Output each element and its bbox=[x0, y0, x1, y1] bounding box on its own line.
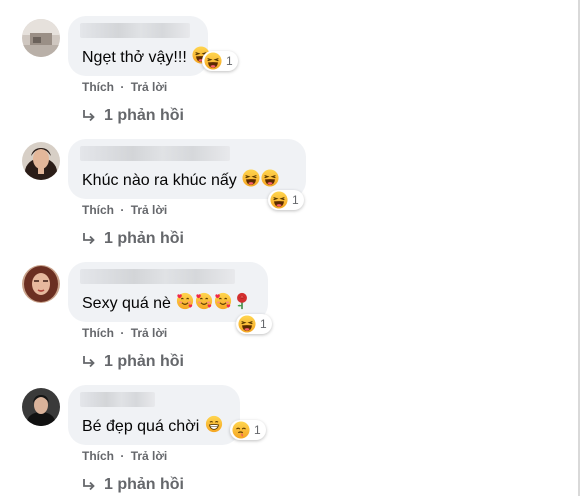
author-name[interactable] bbox=[80, 23, 190, 38]
comment-bubble: Khúc nào ra khúc nấy 1 bbox=[68, 139, 306, 210]
grinning-emoji-icon bbox=[205, 415, 223, 433]
reaction-summary[interactable]: 1 bbox=[230, 420, 266, 440]
reaction-count: 1 bbox=[254, 423, 261, 437]
comment-actions: Thích · Trả lời bbox=[82, 326, 167, 340]
reply-arrow-icon bbox=[83, 479, 95, 491]
comment-bubble: Ngẹt thở vậy!!! 1 bbox=[68, 16, 238, 76]
reply-arrow-icon bbox=[83, 356, 95, 368]
avatar[interactable] bbox=[22, 388, 60, 426]
separator: · bbox=[120, 449, 125, 463]
reply-link[interactable]: Trả lời bbox=[131, 80, 168, 94]
separator: · bbox=[120, 203, 125, 217]
reaction-count: 1 bbox=[260, 317, 267, 331]
avatar[interactable] bbox=[22, 19, 60, 57]
comment-actions: Thích · Trả lời bbox=[82, 203, 167, 217]
avatar[interactable] bbox=[22, 265, 60, 303]
author-name[interactable] bbox=[80, 146, 230, 161]
like-link[interactable]: Thích bbox=[82, 449, 114, 463]
reply-arrow-icon bbox=[83, 110, 95, 122]
smiling-face-with-hearts-icon bbox=[176, 292, 194, 310]
laughing-emoji-icon bbox=[261, 169, 279, 187]
reply-link[interactable]: Trả lời bbox=[131, 326, 168, 340]
comment-text: Ngẹt thở vậy!!! bbox=[82, 46, 210, 68]
comment-text-body: Bé đẹp quá chời bbox=[82, 418, 200, 435]
smiling-face-with-hearts-icon bbox=[214, 292, 232, 310]
reply-link[interactable]: Trả lời bbox=[131, 449, 168, 463]
comment-text: Khúc nào ra khúc nấy bbox=[82, 169, 279, 191]
comment-text-body: Sexy quá nè bbox=[82, 295, 171, 312]
replies-count-label: 1 phản hồi bbox=[104, 230, 184, 247]
replies-count-label: 1 phản hồi bbox=[104, 353, 184, 370]
like-link[interactable]: Thích bbox=[82, 80, 114, 94]
separator: · bbox=[120, 326, 125, 340]
comment-text-body: Ngẹt thở vậy!!! bbox=[82, 49, 187, 66]
haha-icon bbox=[204, 52, 222, 70]
view-replies-link[interactable]: 1 phản hồi bbox=[82, 107, 184, 125]
replies-count-label: 1 phản hồi bbox=[104, 476, 184, 493]
haha-icon bbox=[238, 315, 256, 333]
rose-icon bbox=[233, 292, 251, 310]
comment-actions: Thích · Trả lời bbox=[82, 80, 167, 94]
comment-text: Bé đẹp quá chời bbox=[82, 415, 223, 437]
comment-actions: Thích · Trả lời bbox=[82, 449, 167, 463]
reply-arrow-icon bbox=[83, 233, 95, 245]
comment-text-body: Khúc nào ra khúc nấy bbox=[82, 172, 237, 189]
view-replies-link[interactable]: 1 phản hồi bbox=[82, 476, 184, 494]
comment-text: Sexy quá nè bbox=[82, 292, 251, 314]
reaction-count: 1 bbox=[226, 54, 233, 68]
view-replies-link[interactable]: 1 phản hồi bbox=[82, 230, 184, 248]
like-link[interactable]: Thích bbox=[82, 326, 114, 340]
separator: · bbox=[120, 80, 125, 94]
smiling-face-with-hearts-icon bbox=[195, 292, 213, 310]
reaction-count: 1 bbox=[292, 193, 299, 207]
laughing-emoji-icon bbox=[242, 169, 260, 187]
reaction-summary[interactable]: 1 bbox=[202, 51, 238, 71]
replies-count-label: 1 phản hồi bbox=[104, 107, 184, 124]
author-name[interactable] bbox=[80, 269, 235, 284]
haha-icon bbox=[270, 191, 288, 209]
comment-bubble: Bé đẹp quá chời 1 bbox=[68, 385, 266, 445]
author-name[interactable] bbox=[80, 392, 155, 407]
wow-icon bbox=[232, 421, 250, 439]
view-replies-link[interactable]: 1 phản hồi bbox=[82, 353, 184, 371]
reply-link[interactable]: Trả lời bbox=[131, 203, 168, 217]
reaction-summary[interactable]: 1 bbox=[268, 190, 304, 210]
avatar[interactable] bbox=[22, 142, 60, 180]
comment-bubble: Sexy quá nè 1 bbox=[68, 262, 272, 334]
like-link[interactable]: Thích bbox=[82, 203, 114, 217]
reaction-summary[interactable]: 1 bbox=[236, 314, 272, 334]
